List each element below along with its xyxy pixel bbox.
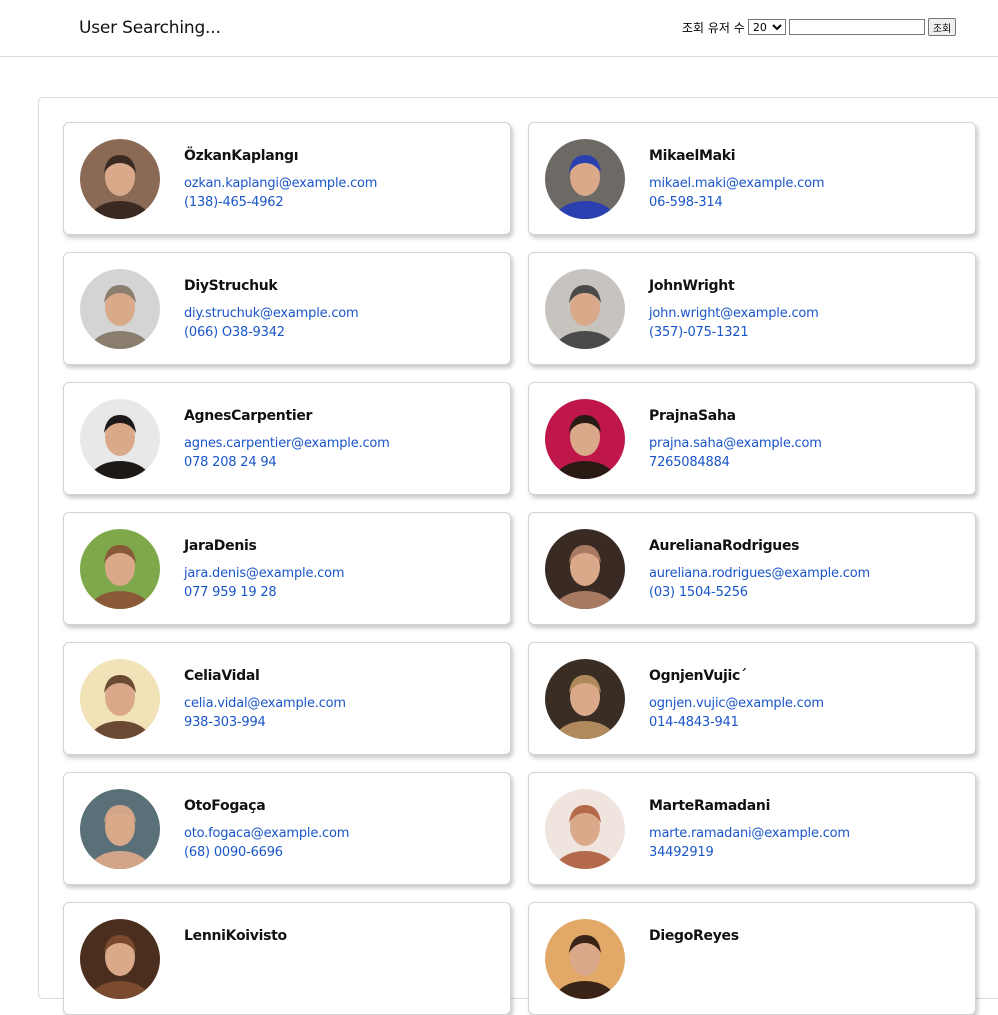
user-card[interactable]: MarteRamadani marte.ramadani@example.com 3… [528,772,976,885]
user-card[interactable]: DiegoReyes [528,902,976,1015]
user-name: MarteRamadani [649,798,771,814]
user-phone-link[interactable]: (03) 1504-5256 [649,585,748,600]
user-phone-link[interactable]: (68) 0090-6696 [184,845,283,860]
app-header: User Searching... 조회 유저 수 20 조회 [0,0,998,57]
avatar-photo [545,399,625,479]
user-avatar [545,529,625,609]
search-input[interactable] [788,19,925,35]
user-email-link[interactable]: celia.vidal@example.com [184,696,346,711]
user-avatar [545,399,625,479]
avatar-photo [80,269,160,349]
user-count-label: 조회 유저 수 [682,20,745,35]
user-phone-link[interactable]: 06-598-314 [649,195,723,210]
user-email-link[interactable]: mikael.maki@example.com [649,176,825,191]
user-email-link[interactable]: marte.ramadani@example.com [649,826,850,841]
user-avatar [545,919,625,999]
user-name: DiegoReyes [649,928,739,944]
search-button[interactable]: 조회 [927,18,957,36]
user-phone-link[interactable]: 938-303-994 [184,715,266,730]
user-card[interactable]: MikaelMaki mikael.maki@example.com 06-598-… [528,122,976,235]
user-phone-link[interactable]: 34492919 [649,845,714,860]
user-card[interactable]: JohnWright john.wright@example.com (357)-0… [528,252,976,365]
user-email-link[interactable]: ozkan.kaplangi@example.com [184,176,377,191]
user-avatar [80,919,160,999]
user-avatar [545,139,625,219]
user-card[interactable]: CeliaVidal celia.vidal@example.com 938-303… [63,642,511,755]
user-phone-link[interactable]: (138)-465-4962 [184,195,284,210]
user-avatar [545,659,625,739]
user-email-link[interactable]: ognjen.vujic@example.com [649,696,824,711]
user-name: MikaelMaki [649,148,736,164]
user-email-link[interactable]: diy.struchuk@example.com [184,306,359,321]
user-avatar [80,659,160,739]
user-phone-link[interactable]: 077 959 19 28 [184,585,277,600]
user-name: AgnesCarpentier [184,408,313,424]
avatar-photo [545,529,625,609]
user-name: ÖzkanKaplangı [184,148,299,164]
user-name: CeliaVidal [184,668,260,684]
user-phone-link[interactable]: (066) O38-9342 [184,325,285,340]
avatar-photo [80,399,160,479]
page-title: User Searching... [79,18,221,38]
user-email-link[interactable]: agnes.carpentier@example.com [184,436,390,451]
user-name: DiyStruchuk [184,278,278,294]
user-phone-link[interactable]: 078 208 24 94 [184,455,277,470]
avatar-photo [545,789,625,869]
user-avatar [545,789,625,869]
user-name: OtoFogaça [184,798,266,814]
user-avatar [80,399,160,479]
user-card[interactable]: ÖzkanKaplangı ozkan.kaplangi@example.com (… [63,122,511,235]
user-avatar [80,269,160,349]
avatar-photo [80,659,160,739]
user-card[interactable]: AgnesCarpentier agnes.carpentier@example.… [63,382,511,495]
user-avatar [80,139,160,219]
avatar-photo [545,919,625,999]
user-card-list: ÖzkanKaplangı ozkan.kaplangi@example.com (… [63,122,976,1015]
user-phone-link[interactable]: (357)-075-1321 [649,325,749,340]
avatar-photo [80,789,160,869]
user-card[interactable]: OtoFogaça oto.fogaca@example.com (68) 0090… [63,772,511,885]
user-name: JaraDenis [184,538,257,554]
avatar-photo [545,269,625,349]
user-email-link[interactable]: aureliana.rodrigues@example.com [649,566,870,581]
user-card[interactable]: PrajnaSaha prajna.saha@example.com 7265084… [528,382,976,495]
user-card[interactable]: OgnjenVujic´ ognjen.vujic@example.com 014-… [528,642,976,755]
avatar-photo [80,139,160,219]
user-name: AurelianaRodrigues [649,538,800,554]
user-name: OgnjenVujic´ [649,668,747,684]
avatar-photo [545,139,625,219]
user-card[interactable]: LenniKoivisto [63,902,511,1015]
user-card[interactable]: AurelianaRodrigues aureliana.rodrigues@ex… [528,512,976,625]
user-avatar [80,529,160,609]
user-email-link[interactable]: oto.fogaca@example.com [184,826,349,841]
user-email-link[interactable]: john.wright@example.com [649,306,819,321]
avatar-photo [80,529,160,609]
user-card[interactable]: JaraDenis jara.denis@example.com 077 959 1… [63,512,511,625]
user-avatar [80,789,160,869]
user-avatar [545,269,625,349]
user-phone-link[interactable]: 7265084884 [649,455,730,470]
search-bar: 조회 유저 수 20 조회 [682,18,957,36]
user-name: PrajnaSaha [649,408,736,424]
user-email-link[interactable]: prajna.saha@example.com [649,436,822,451]
user-name: LenniKoivisto [184,928,287,944]
user-card[interactable]: DiyStruchuk diy.struchuk@example.com (066)… [63,252,511,365]
user-name: JohnWright [649,278,735,294]
avatar-photo [545,659,625,739]
user-email-link[interactable]: jara.denis@example.com [184,566,345,581]
user-phone-link[interactable]: 014-4843-941 [649,715,739,730]
user-count-select[interactable]: 20 [747,19,786,35]
avatar-photo [80,919,160,999]
